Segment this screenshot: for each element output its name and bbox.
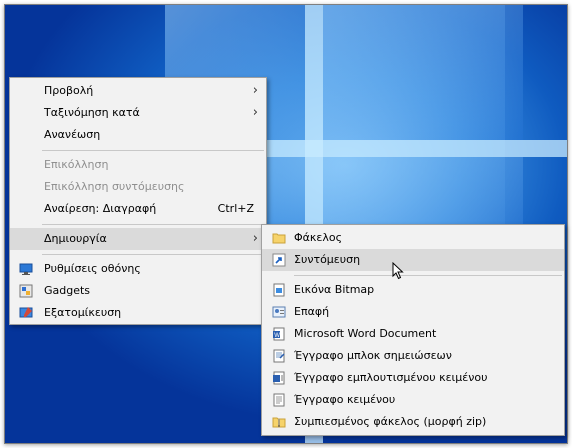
submenu-item-contact[interactable]: Επαφή bbox=[262, 301, 564, 323]
menu-item-label: Έγγραφο εμπλουτισμένου κειμένου bbox=[294, 371, 488, 384]
menu-item-label: Συντόμευση bbox=[294, 253, 361, 266]
menu-separator bbox=[42, 224, 264, 225]
menu-separator bbox=[42, 150, 264, 151]
submenu-arrow-icon: › bbox=[252, 83, 258, 98]
submenu-arrow-icon: › bbox=[252, 231, 258, 246]
menu-separator bbox=[42, 254, 264, 255]
menu-item-sort-by[interactable]: Ταξινόμηση κατά › bbox=[10, 102, 266, 124]
desktop-context-menu: Προβολή › Ταξινόμηση κατά › Ανανέωση Επι… bbox=[9, 77, 267, 325]
menu-item-paste[interactable]: Επικόλληση bbox=[10, 154, 266, 176]
menu-item-label: Επαφή bbox=[294, 305, 330, 318]
submenu-item-rtf-document[interactable]: Έγγραφο εμπλουτισμένου κειμένου bbox=[262, 367, 564, 389]
menu-item-label: Gadgets bbox=[44, 284, 91, 297]
menu-item-label: Ταξινόμηση κατά bbox=[44, 106, 140, 119]
menu-item-label: Εξατομίκευση bbox=[44, 306, 122, 319]
menu-item-gadgets[interactable]: Gadgets bbox=[10, 280, 266, 302]
menu-item-label: Ανανέωση bbox=[44, 128, 101, 141]
shortcut-label: Ctrl+Z bbox=[217, 202, 254, 215]
menu-item-label: Εικόνα Bitmap bbox=[294, 283, 375, 296]
zip-folder-icon bbox=[272, 417, 286, 428]
menu-item-label: Φάκελος bbox=[294, 231, 343, 244]
submenu-item-journal-document[interactable]: Έγγραφο μπλοκ σημειώσεων bbox=[262, 345, 564, 367]
journal-icon bbox=[273, 349, 285, 363]
text-document-icon bbox=[273, 393, 285, 407]
menu-item-label: Δημιουργία bbox=[44, 232, 107, 245]
submenu-item-word-document[interactable]: W Microsoft Word Document bbox=[262, 323, 564, 345]
menu-item-label: Αναίρεση: Διαγραφή bbox=[44, 202, 157, 215]
contact-icon bbox=[272, 306, 286, 318]
menu-item-label: Επικόλληση bbox=[44, 158, 109, 171]
bitmap-icon bbox=[273, 283, 285, 297]
rtf-icon bbox=[273, 371, 285, 385]
menu-item-display-settings[interactable]: Ρυθμίσεις οθόνης bbox=[10, 258, 266, 280]
menu-item-undo-delete[interactable]: Αναίρεση: Διαγραφή Ctrl+Z bbox=[10, 198, 266, 220]
shortcut-icon bbox=[272, 253, 286, 267]
menu-item-personalize[interactable]: Εξατομίκευση bbox=[10, 302, 266, 324]
new-submenu: Φάκελος Συντόμευση Εικόνα Bitmap Επαφή W bbox=[261, 224, 565, 436]
gadgets-icon bbox=[19, 284, 33, 298]
word-icon: W bbox=[273, 327, 285, 341]
menu-item-label: Έγγραφο κειμένου bbox=[294, 393, 396, 406]
submenu-item-folder[interactable]: Φάκελος bbox=[262, 227, 564, 249]
submenu-item-text-document[interactable]: Έγγραφο κειμένου bbox=[262, 389, 564, 411]
menu-separator bbox=[294, 275, 562, 276]
menu-item-new[interactable]: Δημιουργία › bbox=[10, 228, 266, 250]
menu-item-paste-shortcut[interactable]: Επικόλληση συντόμευσης bbox=[10, 176, 266, 198]
menu-item-label: Επικόλληση συντόμευσης bbox=[44, 180, 185, 193]
menu-item-label: Έγγραφο μπλοκ σημειώσεων bbox=[294, 349, 452, 362]
folder-icon bbox=[272, 233, 286, 244]
menu-item-label: Microsoft Word Document bbox=[294, 327, 437, 340]
submenu-arrow-icon: › bbox=[252, 105, 258, 120]
menu-item-label: Ρυθμίσεις οθόνης bbox=[44, 262, 141, 275]
display-settings-icon bbox=[19, 263, 33, 275]
submenu-item-shortcut[interactable]: Συντόμευση bbox=[262, 249, 564, 271]
submenu-item-bitmap[interactable]: Εικόνα Bitmap bbox=[262, 279, 564, 301]
menu-item-label: Συμπιεσμένος φάκελος (μορφή zip) bbox=[294, 415, 487, 428]
menu-item-refresh[interactable]: Ανανέωση bbox=[10, 124, 266, 146]
submenu-item-zip-folder[interactable]: Συμπιεσμένος φάκελος (μορφή zip) bbox=[262, 411, 564, 433]
menu-item-view[interactable]: Προβολή › bbox=[10, 80, 266, 102]
personalize-icon bbox=[19, 307, 33, 318]
svg-text:W: W bbox=[274, 333, 280, 339]
mouse-pointer-icon bbox=[392, 262, 404, 280]
menu-item-label: Προβολή bbox=[44, 84, 94, 97]
